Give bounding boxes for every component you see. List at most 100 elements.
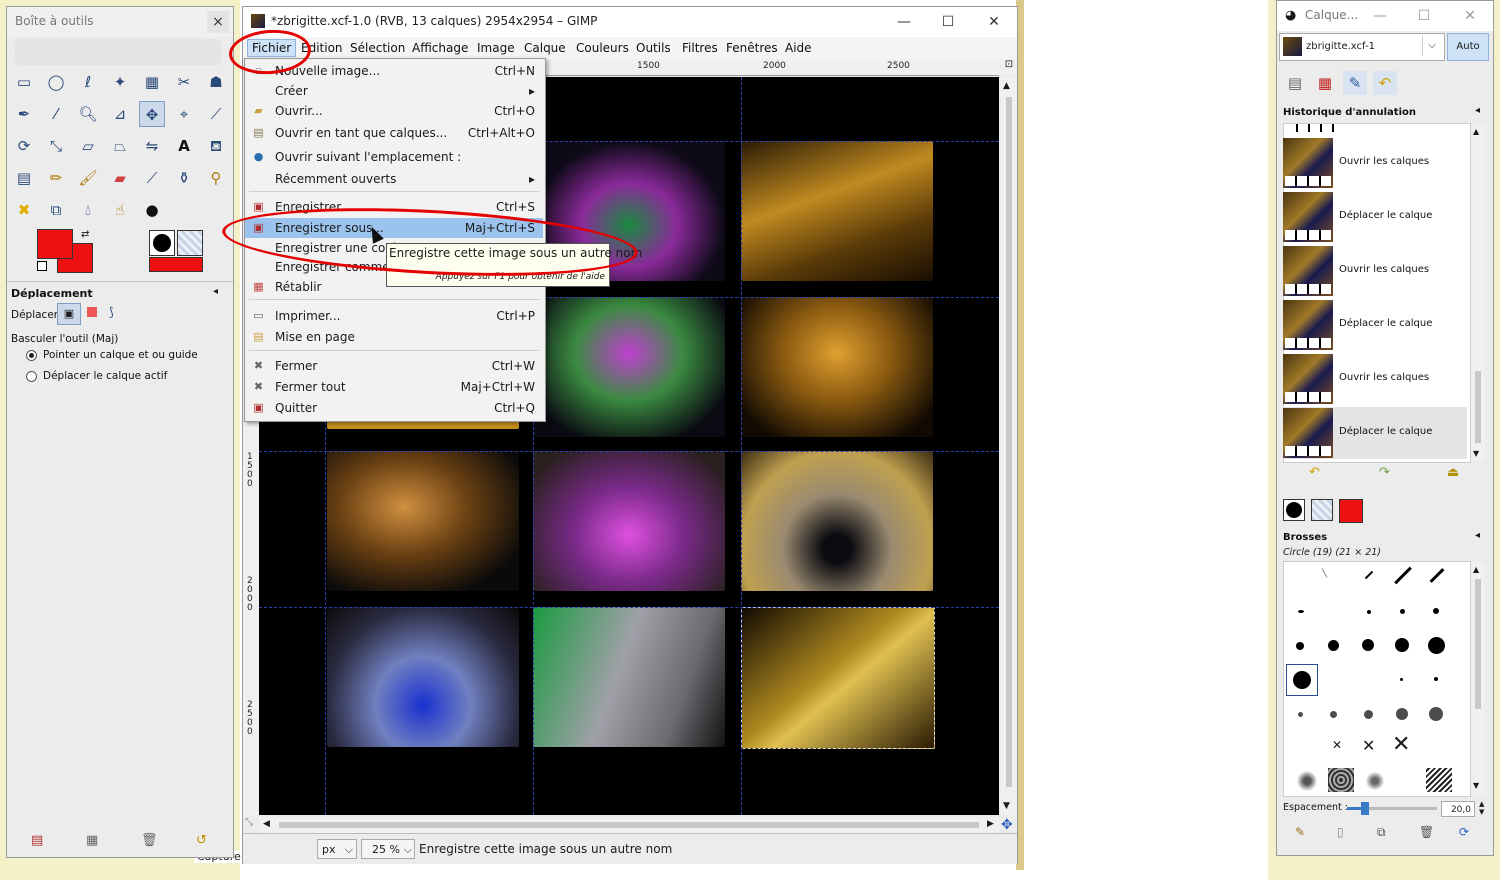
move-tool-icon[interactable]: ✥ <box>139 101 165 127</box>
layers-tab-icon[interactable]: ▤ <box>1283 71 1307 95</box>
menu-couleurs[interactable]: Couleurs <box>576 41 629 55</box>
ellipse-select-icon[interactable]: ◯ <box>43 69 69 95</box>
brush-swatch[interactable] <box>1283 499 1305 521</box>
refresh-brushes-icon[interactable]: ⟳ <box>1459 825 1469 839</box>
pattern-swatch[interactable] <box>1311 499 1333 521</box>
wilber-drop-area[interactable] <box>15 39 221 65</box>
menu-affichage[interactable]: Affichage <box>412 41 468 55</box>
rect-select-icon[interactable]: ▭ <box>11 69 37 95</box>
menu-item-page-setup[interactable]: ▤ Mise en page <box>245 327 543 347</box>
radio-move-active[interactable] <box>26 371 37 382</box>
brush-item[interactable]: ✕ <box>1392 732 1410 757</box>
chevron-down-icon[interactable]: ⌵ <box>1422 36 1441 56</box>
spacing-slider-handle[interactable] <box>1361 802 1369 815</box>
clear-history-icon[interactable]: ⏏ <box>1447 465 1459 480</box>
brush-item[interactable] <box>1429 568 1445 583</box>
brushes-scrollbar[interactable]: ▲ ▼ <box>1471 563 1485 795</box>
color-select-icon[interactable]: ▦ <box>139 69 165 95</box>
align-icon[interactable]: ⌖ <box>171 101 197 127</box>
scale-icon[interactable]: ⤡ <box>43 133 69 159</box>
scroll-left-icon[interactable]: ◀ <box>263 819 270 829</box>
auto-button[interactable]: Auto <box>1447 33 1489 61</box>
scroll-thumb[interactable] <box>279 822 979 828</box>
menu-item-open[interactable]: ▰ Ouvrir... Ctrl+O <box>245 101 543 121</box>
brush-item[interactable] <box>1400 609 1405 614</box>
menu-item-recent[interactable]: Récemment ouverts ▸ <box>245 169 543 189</box>
scroll-down-icon[interactable]: ▼ <box>1003 801 1010 811</box>
color-picker-icon[interactable]: ⁄ <box>43 101 69 127</box>
flip-icon[interactable]: ⇋ <box>139 133 165 159</box>
brush-item[interactable] <box>1394 566 1412 585</box>
scroll-up-icon[interactable]: ▲ <box>1473 127 1479 136</box>
clone-icon[interactable]: ⚲ <box>203 165 229 191</box>
brush-item[interactable] <box>1433 608 1439 614</box>
brush-item-selected[interactable] <box>1286 664 1318 696</box>
text-tool-icon[interactable]: A <box>171 133 197 159</box>
perspective-icon[interactable]: ⏢ <box>107 133 133 159</box>
crop-icon[interactable]: ⟋ <box>203 101 229 127</box>
fuzzy-select-icon[interactable]: ✦ <box>107 69 133 95</box>
menu-aide[interactable]: Aide <box>785 41 812 55</box>
brush-item[interactable] <box>1298 712 1303 717</box>
history-item-selected[interactable]: Déplacer le calque <box>1283 407 1467 459</box>
image-select[interactable]: zbrigitte.xcf-1 ⌵ <box>1279 33 1445 61</box>
reset-options-icon[interactable]: ↺ <box>196 833 207 848</box>
brush-item[interactable] <box>1362 639 1374 651</box>
undo-icon[interactable]: ↶ <box>1309 465 1320 480</box>
close-icon[interactable]: ✕ <box>1455 5 1485 27</box>
duplicate-brush-icon[interactable]: ⧉ <box>1377 825 1386 840</box>
paths-tab-icon[interactable]: ✎ <box>1343 71 1367 95</box>
undo-history-tab-icon[interactable]: ↶ <box>1373 71 1397 95</box>
gradient-preview[interactable] <box>149 257 203 272</box>
history-item[interactable]: Ouvrir les calques <box>1283 353 1467 405</box>
shear-icon[interactable]: ▱ <box>75 133 101 159</box>
history-item[interactable]: Ouvrir les calques <box>1283 245 1467 297</box>
dodge-burn-icon[interactable]: ● <box>139 197 165 223</box>
bucket-fill-icon[interactable]: ⛾ <box>203 133 229 159</box>
close-icon[interactable]: ✕ <box>979 11 1009 33</box>
menu-item-open-as-layers[interactable]: ▤ Ouvrir en tant que calques... Ctrl+Alt… <box>245 123 543 143</box>
edit-brush-icon[interactable]: ✎ <box>1295 825 1305 839</box>
menu-item-close[interactable]: ✖ Fermer Ctrl+W <box>245 356 543 376</box>
zoom-select[interactable]: 25 % ⌵ <box>361 839 415 859</box>
brush-item[interactable] <box>1395 638 1409 652</box>
close-icon[interactable]: × <box>207 11 229 33</box>
spacing-slider[interactable] <box>1347 802 1437 815</box>
scroll-right-icon[interactable]: ▶ <box>987 819 994 829</box>
minimize-icon[interactable]: — <box>1365 5 1395 27</box>
brush-item[interactable] <box>1296 642 1304 650</box>
menu-item-print[interactable]: ▭ Imprimer... Ctrl+P <box>245 306 543 326</box>
move-layer-icon[interactable]: ▣ <box>57 303 81 325</box>
brushes-grid[interactable]: ✕ ✕ ✕ <box>1283 561 1471 797</box>
menu-item-open-location[interactable]: ● Ouvrir suivant l'emplacement : <box>245 147 543 167</box>
channels-tab-icon[interactable]: ▦ <box>1313 71 1337 95</box>
color-swatch[interactable] <box>1339 499 1363 523</box>
move-selection-icon[interactable] <box>87 307 97 317</box>
save-options-icon[interactable]: ▤ <box>31 833 43 848</box>
brush-item[interactable] <box>1328 640 1339 651</box>
configure-tab-icon[interactable]: ◂ <box>1475 530 1480 541</box>
toolbox-titlebar[interactable]: Boîte à outils × <box>7 7 233 37</box>
free-select-icon[interactable]: ℓ <box>75 69 101 95</box>
zoom-fit-icon[interactable]: ⤡ <box>245 817 253 828</box>
heal-icon[interactable]: ✖ <box>11 197 37 223</box>
spin-buttons-icon[interactable]: ▲ ▼ <box>1479 800 1484 816</box>
brush-item[interactable] <box>1364 770 1386 792</box>
gimp-titlebar[interactable]: *zbrigitte.xcf-1.0 (RVB, 13 calques) 295… <box>243 7 1017 37</box>
menu-item-create[interactable]: Créer ▸ <box>245 81 543 101</box>
brush-item[interactable] <box>1364 710 1373 719</box>
menu-fenetres[interactable]: Fenêtres <box>726 41 778 55</box>
navigate-icon[interactable]: ⊡ <box>1001 59 1017 75</box>
brush-item[interactable] <box>1294 770 1320 792</box>
history-item[interactable]: Ouvrir les calques <box>1283 137 1467 189</box>
blur-icon[interactable]: 💧︎ <box>75 197 101 223</box>
paths-icon[interactable]: ✒ <box>11 101 37 127</box>
brush-item[interactable]: ✕ <box>1332 738 1342 752</box>
perspective-clone-icon[interactable]: ⧉ <box>43 197 69 223</box>
vertical-scrollbar[interactable]: ▲ ▼ <box>1001 77 1017 815</box>
brush-item[interactable] <box>1434 677 1438 681</box>
brush-item[interactable] <box>1426 768 1452 792</box>
scroll-down-icon[interactable]: ▼ <box>1473 449 1479 458</box>
delete-brush-icon[interactable]: 🗑︎ <box>1419 825 1434 839</box>
rotate-icon[interactable]: ⟳ <box>11 133 37 159</box>
